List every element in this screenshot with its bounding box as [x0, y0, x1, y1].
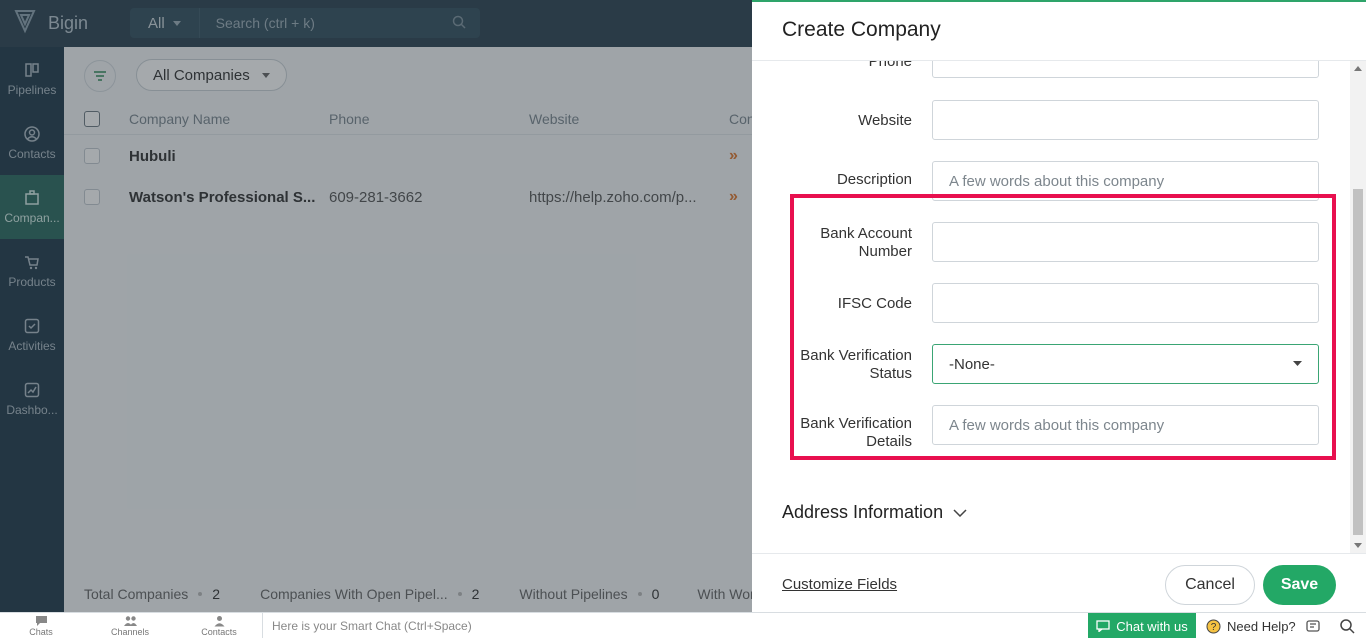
channels-icon	[123, 616, 137, 626]
contact-icon	[214, 616, 224, 627]
scroll-down-icon[interactable]	[1354, 543, 1362, 548]
bottom-item-chats[interactable]: Chats	[11, 615, 71, 637]
create-company-panel: Create Company Phone Website Description…	[752, 0, 1366, 612]
help-icon: ?	[1206, 619, 1221, 633]
bottom-item-label: Chats	[29, 627, 53, 637]
chat-icon	[35, 616, 47, 626]
address-information-section[interactable]: Address Information	[782, 502, 967, 523]
modal-backdrop[interactable]	[0, 0, 752, 612]
highlight-annotation-box	[790, 194, 1336, 460]
chat-with-us-label: Chat with us	[1116, 618, 1188, 634]
panel-footer: Customize Fields Cancel Save	[752, 553, 1366, 614]
phone-label: Phone	[868, 61, 912, 70]
notifications-icon[interactable]	[1304, 617, 1322, 635]
bottom-item-contacts[interactable]: Contacts	[189, 615, 249, 637]
cancel-button[interactable]: Cancel	[1165, 565, 1255, 605]
section-title: Address Information	[782, 502, 944, 522]
bottom-item-channels[interactable]: Channels	[100, 615, 160, 637]
chat-with-us-button[interactable]: Chat with us	[1088, 613, 1196, 638]
chat-bubble-icon	[1096, 620, 1110, 632]
search-icon[interactable]	[1338, 617, 1356, 635]
save-button[interactable]: Save	[1263, 565, 1336, 605]
smart-chat-input[interactable]: Here is your Smart Chat (Ctrl+Space)	[262, 613, 472, 638]
scrollbar-thumb[interactable]	[1353, 189, 1363, 535]
customize-fields-link[interactable]: Customize Fields	[782, 576, 897, 593]
website-label: Website	[858, 112, 912, 129]
form-scroll-area: Phone Website Description A few words ab…	[752, 61, 1350, 553]
need-help-label: Need Help?	[1227, 618, 1296, 634]
svg-text:?: ?	[1211, 622, 1217, 633]
panel-title: Create Company	[782, 18, 941, 41]
bottom-item-label: Channels	[110, 627, 150, 637]
form-scrollbar[interactable]	[1350, 61, 1366, 553]
bottom-bar: Chats Channels Contacts Here is your Sma…	[0, 612, 1366, 638]
scroll-up-icon[interactable]	[1354, 66, 1362, 71]
need-help-button[interactable]: ? Need Help?	[1200, 613, 1296, 638]
website-field[interactable]	[932, 100, 1319, 140]
description-label: Description	[836, 171, 912, 188]
bottom-item-label: Contacts	[201, 627, 237, 637]
chevron-down-icon	[953, 508, 967, 517]
phone-field[interactable]	[932, 61, 1319, 78]
